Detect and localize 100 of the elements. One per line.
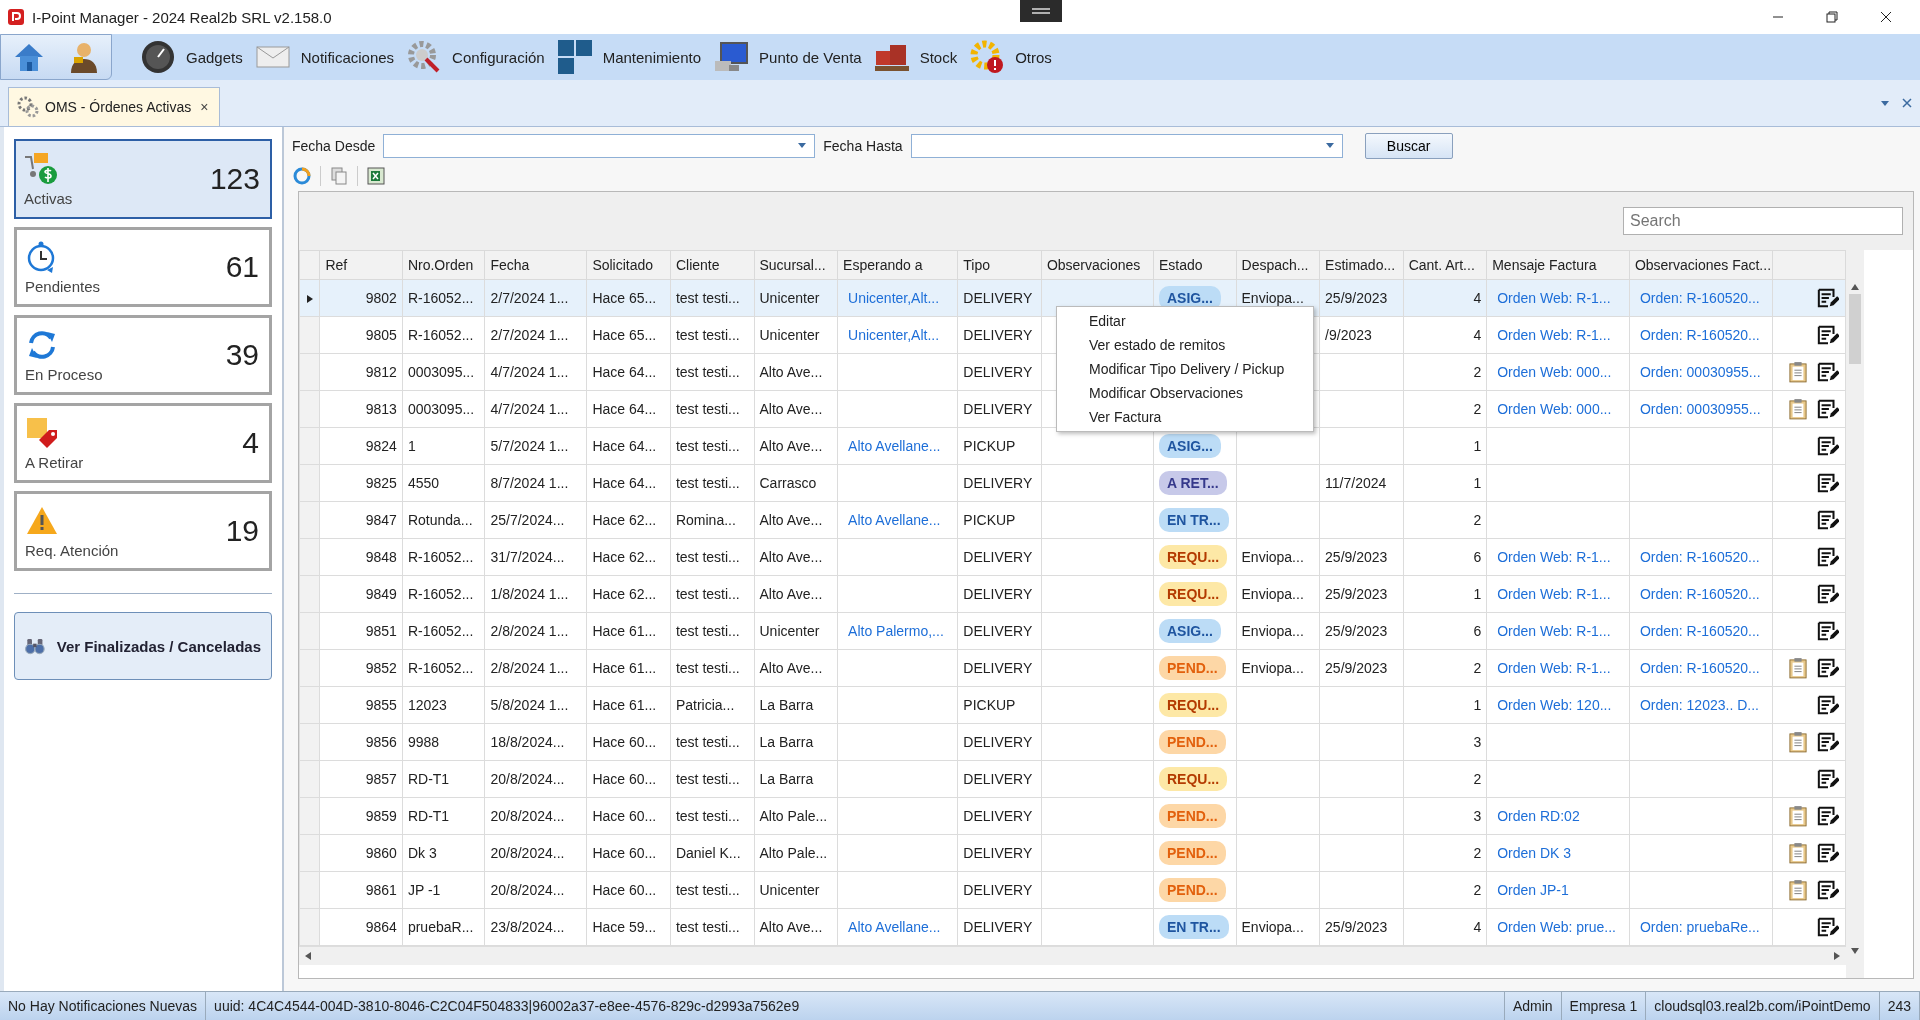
column-header[interactable]: Estimado... xyxy=(1319,250,1404,280)
ribbon-button[interactable]: Punto de Venta xyxy=(713,39,862,75)
ribbon-button[interactable]: Gadgets xyxy=(140,39,243,75)
table-cell: 25/9/2023 xyxy=(1319,575,1404,613)
summary-card[interactable]: Req. Atención 19 xyxy=(14,491,272,571)
table-cell[interactable]: Orden Web: 120... xyxy=(1486,686,1630,724)
column-header[interactable]: Observaciones xyxy=(1041,250,1154,280)
menu-item[interactable]: Ver Factura xyxy=(1057,405,1313,429)
table-cell: test testi... xyxy=(670,760,754,798)
table-cell[interactable]: Orden Web: 000... xyxy=(1486,353,1630,391)
menu-item[interactable]: Ver estado de remitos xyxy=(1057,333,1313,357)
table-cell[interactable]: Orden Web: R-1... xyxy=(1486,538,1630,576)
table-cell[interactable]: Orden: R-160520... xyxy=(1629,538,1773,576)
table-cell[interactable]: Orden: 12023.. D... xyxy=(1629,686,1773,724)
table-cell: 1/8/2024 1... xyxy=(484,575,587,613)
summary-card[interactable]: A Retirar 4 xyxy=(14,403,272,483)
search-field[interactable]: Search xyxy=(1623,207,1903,235)
table-cell: 2/8/2024 1... xyxy=(484,649,587,687)
table-cell: 9861 xyxy=(319,871,403,909)
column-header[interactable]: Fecha xyxy=(484,250,587,280)
column-header[interactable]: Estado xyxy=(1153,250,1236,280)
table-cell[interactable]: Orden Web: R-1... xyxy=(1486,649,1630,687)
table-cell: 9864 xyxy=(319,908,403,946)
column-header[interactable]: Nro.Orden xyxy=(402,250,485,280)
table-cell[interactable]: Orden: R-160520... xyxy=(1629,279,1773,317)
table-cell[interactable]: Orden Web: R-1... xyxy=(1486,279,1630,317)
table-cell: 20/8/2024... xyxy=(484,871,587,909)
table-cell: 20/8/2024... xyxy=(484,834,587,872)
table-cell[interactable]: Orden: R-160520... xyxy=(1629,575,1773,613)
table-cell: 9805 xyxy=(319,316,403,354)
column-header[interactable]: Sucursal... xyxy=(754,250,838,280)
table-cell[interactable]: Orden Web: R-1... xyxy=(1486,316,1630,354)
search-button[interactable]: Buscar xyxy=(1364,133,1453,159)
menu-item[interactable]: Modificar Observaciones xyxy=(1057,381,1313,405)
table-cell[interactable]: Orden DK 3 xyxy=(1486,834,1630,872)
table-cell: DELIVERY xyxy=(957,538,1042,576)
table-cell: RD-T1 xyxy=(402,797,485,835)
table-cell[interactable]: Orden: R-160520... xyxy=(1629,612,1773,650)
status-text: 243 xyxy=(1879,992,1920,1020)
summary-card[interactable]: En Proceso 39 xyxy=(14,315,272,395)
menu-item[interactable]: Modificar Tipo Delivery / Pickup xyxy=(1057,357,1313,381)
table-cell[interactable]: Alto Avellane... xyxy=(837,501,958,539)
table-cell: La Barra xyxy=(754,686,838,724)
table-cell: 0003095... xyxy=(402,353,485,391)
ribbon-button[interactable]: Stock xyxy=(873,39,958,75)
ribbon-button[interactable]: Otros xyxy=(969,39,1052,75)
column-header[interactable]: Ref xyxy=(319,250,403,280)
table-cell[interactable]: Unicenter,Alt... xyxy=(837,279,958,317)
column-header[interactable]: Cliente xyxy=(670,250,754,280)
table-cell: 4550 xyxy=(402,464,485,502)
column-header[interactable]: Esperando a xyxy=(837,250,958,280)
table-cell[interactable]: Orden: 00030955... xyxy=(1629,353,1773,391)
summary-card[interactable]: Activas 123 xyxy=(14,139,272,219)
table-cell[interactable]: Orden Web: R-1... xyxy=(1486,612,1630,650)
ribbon-button[interactable]: Configuración xyxy=(406,39,545,75)
column-header[interactable]: Solicitado xyxy=(586,250,671,280)
column-header[interactable]: Cant. Art... xyxy=(1403,250,1487,280)
table-cell: Enviopa... xyxy=(1236,908,1320,946)
table-cell[interactable]: Alto Avellane... xyxy=(837,908,958,946)
tab-close-button[interactable]: × xyxy=(197,99,212,115)
table-cell[interactable]: Orden: pruebaRe... xyxy=(1629,908,1773,946)
table-cell[interactable]: Orden: R-160520... xyxy=(1629,649,1773,687)
column-header[interactable]: Tipo xyxy=(957,250,1042,280)
table-cell: 9824 xyxy=(319,427,403,465)
table-cell: 9860 xyxy=(319,834,403,872)
column-header[interactable]: Despach... xyxy=(1236,250,1320,280)
ribbon-button[interactable]: Notificaciones xyxy=(254,39,395,75)
table-cell[interactable]: Orden: 00030955... xyxy=(1629,390,1773,428)
table-cell: 9988 xyxy=(402,723,485,761)
table-cell: Hace 60... xyxy=(586,797,671,835)
table-cell[interactable]: Alto Avellane... xyxy=(837,427,958,465)
table-cell: 9849 xyxy=(319,575,403,613)
column-header[interactable]: Mensaje Factura xyxy=(1486,250,1630,280)
table-cell: Hace 60... xyxy=(586,723,671,761)
summary-card[interactable]: Pendientes 61 xyxy=(14,227,272,307)
table-cell: DELIVERY xyxy=(957,649,1042,687)
status-badge: EN TR... xyxy=(1158,508,1229,532)
table-cell[interactable]: Orden JP-1 xyxy=(1486,871,1630,909)
column-header[interactable]: Observaciones Fact... xyxy=(1629,250,1773,280)
view-finished-button[interactable]: Ver Finalizadas / Canceladas xyxy=(14,612,272,680)
table-cell: Alto Ave... xyxy=(754,390,838,428)
table-cell[interactable]: Orden RD:02 xyxy=(1486,797,1630,835)
table-cell[interactable]: Orden: R-160520... xyxy=(1629,316,1773,354)
table-cell: Hace 62... xyxy=(586,501,671,539)
table-cell: Hace 60... xyxy=(586,760,671,798)
table-cell[interactable]: Orden Web: 000... xyxy=(1486,390,1630,428)
table-cell: 2 xyxy=(1403,834,1487,872)
ribbon-button[interactable]: Mantenimiento xyxy=(556,39,702,75)
table-cell: Unicenter xyxy=(754,316,838,354)
table-cell: DELIVERY xyxy=(957,464,1042,502)
table-cell: 2 xyxy=(1403,390,1487,428)
document-tab[interactable]: OMS - Órdenes Activas × xyxy=(8,87,221,126)
status-badge: PEND... xyxy=(1158,841,1226,865)
table-cell[interactable]: Orden Web: prue... xyxy=(1486,908,1630,946)
table-cell: test testi... xyxy=(670,538,754,576)
table-cell[interactable]: Unicenter,Alt... xyxy=(837,316,958,354)
table-cell: 4 xyxy=(1403,908,1487,946)
table-cell: Enviopa... xyxy=(1236,575,1320,613)
table-cell[interactable]: Orden Web: R-1... xyxy=(1486,575,1630,613)
table-cell[interactable]: Alto Palermo,... xyxy=(837,612,958,650)
